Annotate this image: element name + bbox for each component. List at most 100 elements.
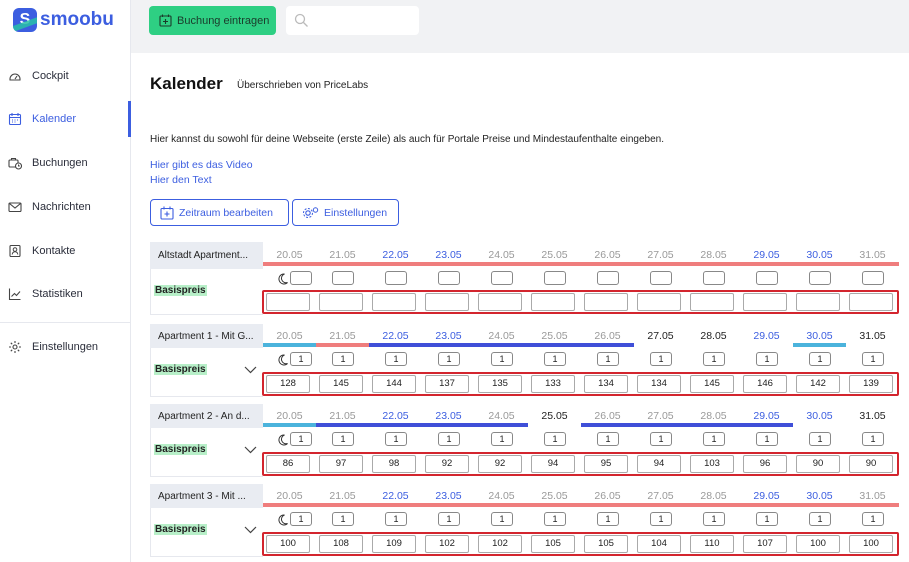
min-stay-input[interactable]: 1 xyxy=(756,352,778,366)
min-stay-input[interactable]: 1 xyxy=(290,512,312,526)
price-input[interactable]: 135 xyxy=(478,375,522,393)
min-stay-input[interactable]: 1 xyxy=(290,352,312,366)
price-input[interactable] xyxy=(849,293,893,311)
min-stay-input[interactable] xyxy=(438,271,460,285)
nav-item-statistiken[interactable]: Statistiken xyxy=(0,282,131,306)
chevron-down-icon[interactable] xyxy=(244,526,257,534)
min-stay-input[interactable]: 1 xyxy=(862,512,884,526)
price-input[interactable] xyxy=(796,293,840,311)
min-stay-input[interactable]: 1 xyxy=(756,432,778,446)
price-input[interactable]: 104 xyxy=(637,535,681,553)
settings-button[interactable]: Einstellungen xyxy=(292,199,399,226)
price-input[interactable]: 133 xyxy=(531,375,575,393)
price-input[interactable]: 144 xyxy=(372,375,416,393)
min-stay-input[interactable]: 1 xyxy=(332,432,354,446)
nav-item-buchungen[interactable]: Buchungen xyxy=(0,151,131,175)
price-input[interactable] xyxy=(743,293,787,311)
min-stay-input[interactable]: 1 xyxy=(491,432,513,446)
price-input[interactable]: 142 xyxy=(796,375,840,393)
price-input[interactable]: 146 xyxy=(743,375,787,393)
edit-period-button[interactable]: Zeitraum bearbeiten xyxy=(150,199,289,226)
min-stay-input[interactable]: 1 xyxy=(809,352,831,366)
price-input[interactable]: 139 xyxy=(849,375,893,393)
min-stay-input[interactable]: 1 xyxy=(703,352,725,366)
price-input[interactable]: 134 xyxy=(584,375,628,393)
booking-bar[interactable] xyxy=(316,423,528,427)
price-input[interactable]: 107 xyxy=(743,535,787,553)
price-input[interactable] xyxy=(637,293,681,311)
price-input[interactable]: 128 xyxy=(266,375,310,393)
price-input[interactable]: 98 xyxy=(372,455,416,473)
price-input[interactable]: 96 xyxy=(743,455,787,473)
booking-bar[interactable] xyxy=(316,343,369,347)
nav-item-einstellungen[interactable]: Einstellungen xyxy=(0,335,131,359)
min-stay-input[interactable]: 1 xyxy=(544,352,566,366)
price-input[interactable] xyxy=(478,293,522,311)
price-input[interactable]: 92 xyxy=(478,455,522,473)
min-stay-input[interactable]: 1 xyxy=(438,512,460,526)
min-stay-input[interactable]: 1 xyxy=(650,432,672,446)
price-input[interactable]: 95 xyxy=(584,455,628,473)
min-stay-input[interactable]: 1 xyxy=(597,512,619,526)
min-stay-input[interactable]: 1 xyxy=(650,512,672,526)
min-stay-input[interactable]: 1 xyxy=(491,512,513,526)
min-stay-input[interactable]: 1 xyxy=(809,432,831,446)
price-input[interactable]: 100 xyxy=(266,535,310,553)
price-input[interactable]: 103 xyxy=(690,455,734,473)
min-stay-input[interactable]: 1 xyxy=(385,512,407,526)
min-stay-input[interactable]: 1 xyxy=(862,432,884,446)
price-input[interactable]: 105 xyxy=(531,535,575,553)
min-stay-input[interactable]: 1 xyxy=(544,432,566,446)
booking-bar[interactable] xyxy=(369,343,634,347)
price-input[interactable]: 102 xyxy=(478,535,522,553)
min-stay-input[interactable]: 1 xyxy=(703,432,725,446)
price-input[interactable]: 90 xyxy=(849,455,893,473)
min-stay-input[interactable]: 1 xyxy=(597,432,619,446)
price-input[interactable]: 100 xyxy=(849,535,893,553)
app-logo[interactable]: S smoobu xyxy=(13,8,114,32)
search-input[interactable] xyxy=(286,6,419,35)
min-stay-input[interactable] xyxy=(650,271,672,285)
price-input[interactable]: 145 xyxy=(319,375,363,393)
new-booking-button[interactable]: Buchung eintragen xyxy=(149,6,276,35)
min-stay-input[interactable] xyxy=(544,271,566,285)
booking-bar[interactable] xyxy=(263,423,316,427)
nav-item-cockpit[interactable]: Cockpit xyxy=(0,64,131,88)
min-stay-input[interactable]: 1 xyxy=(332,352,354,366)
min-stay-input[interactable] xyxy=(385,271,407,285)
price-input[interactable]: 94 xyxy=(531,455,575,473)
price-input[interactable] xyxy=(372,293,416,311)
price-input[interactable]: 90 xyxy=(796,455,840,473)
chevron-down-icon[interactable] xyxy=(244,446,257,454)
booking-bar[interactable] xyxy=(263,343,316,347)
min-stay-input[interactable]: 1 xyxy=(385,352,407,366)
min-stay-input[interactable] xyxy=(703,271,725,285)
booking-bar[interactable] xyxy=(263,262,899,266)
min-stay-input[interactable] xyxy=(332,271,354,285)
min-stay-input[interactable]: 1 xyxy=(491,352,513,366)
price-input[interactable]: 145 xyxy=(690,375,734,393)
price-input[interactable]: 102 xyxy=(425,535,469,553)
min-stay-input[interactable] xyxy=(491,271,513,285)
price-input[interactable]: 137 xyxy=(425,375,469,393)
min-stay-input[interactable]: 1 xyxy=(544,512,566,526)
price-input[interactable] xyxy=(266,293,310,311)
min-stay-input[interactable]: 1 xyxy=(597,352,619,366)
min-stay-input[interactable]: 1 xyxy=(438,352,460,366)
min-stay-input[interactable]: 1 xyxy=(290,432,312,446)
min-stay-input[interactable]: 1 xyxy=(756,512,778,526)
min-stay-input[interactable] xyxy=(597,271,619,285)
booking-bar[interactable] xyxy=(793,343,846,347)
min-stay-input[interactable]: 1 xyxy=(650,352,672,366)
min-stay-input[interactable] xyxy=(809,271,831,285)
min-stay-input[interactable]: 1 xyxy=(385,432,407,446)
price-input[interactable] xyxy=(425,293,469,311)
price-input[interactable]: 94 xyxy=(637,455,681,473)
min-stay-input[interactable] xyxy=(290,271,312,285)
price-input[interactable]: 110 xyxy=(690,535,734,553)
video-link[interactable]: Hier gibt es das Video xyxy=(150,159,253,171)
price-input[interactable] xyxy=(531,293,575,311)
booking-bar[interactable] xyxy=(263,503,899,507)
price-input[interactable]: 134 xyxy=(637,375,681,393)
price-input[interactable]: 105 xyxy=(584,535,628,553)
